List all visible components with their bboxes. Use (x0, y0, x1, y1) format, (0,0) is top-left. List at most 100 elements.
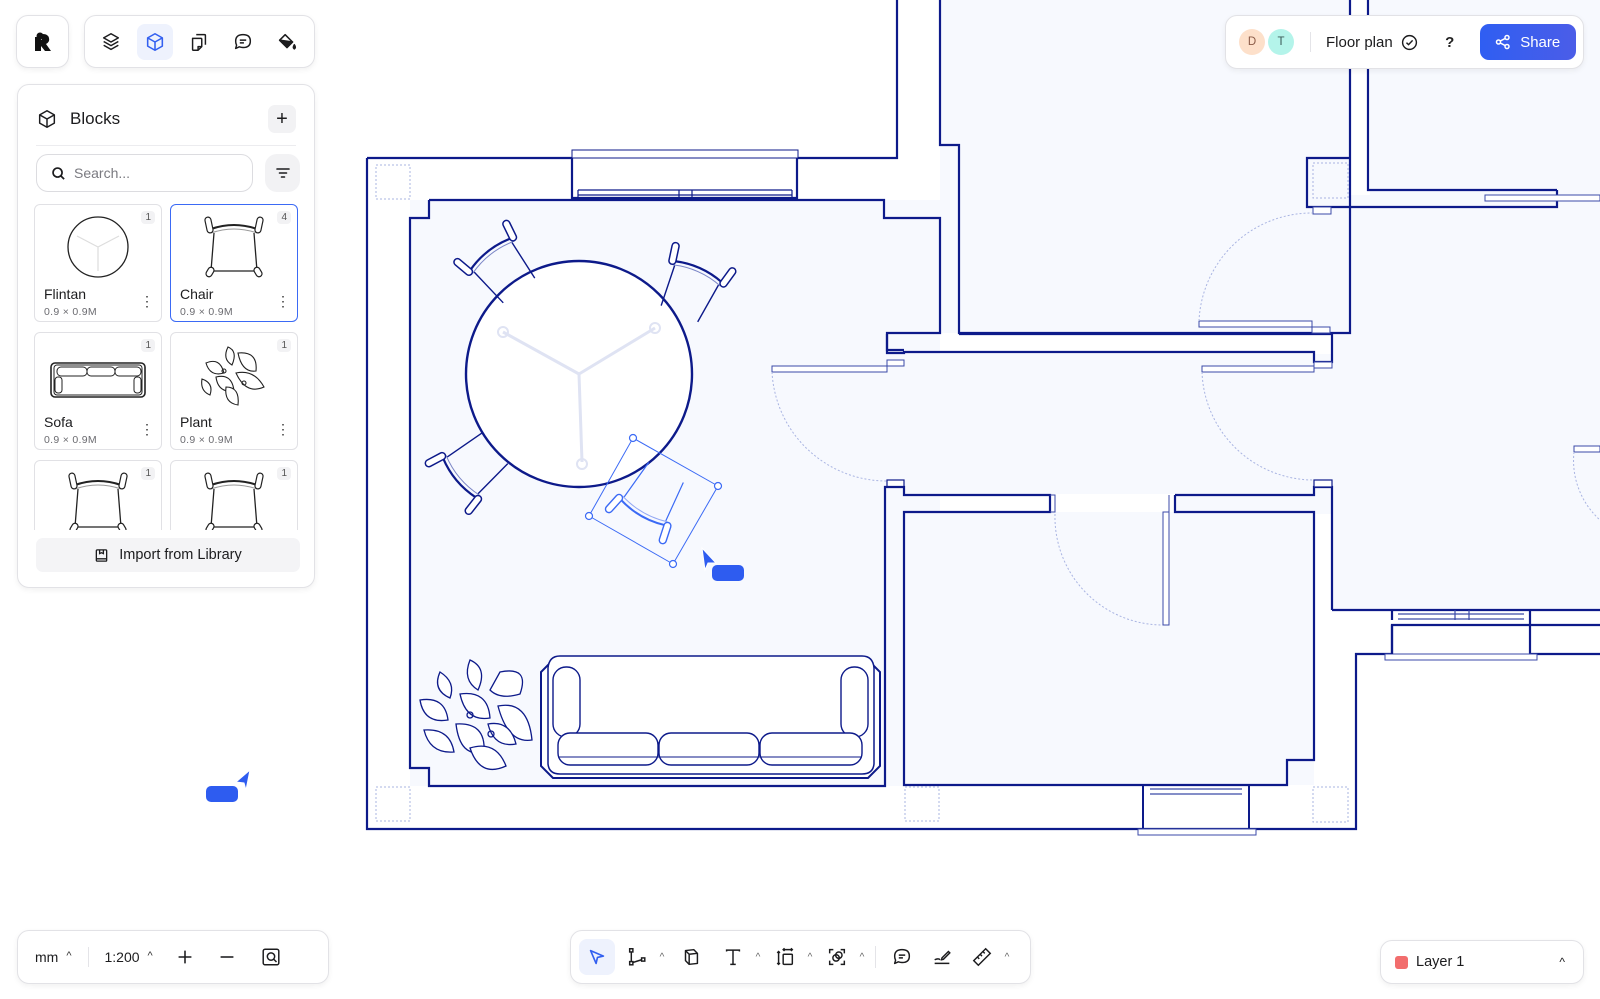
block-tile[interactable]: 1 (170, 460, 298, 530)
block-tile[interactable]: 1 Plant 0.9 × 0.9M ⋮ (170, 332, 298, 450)
area-select-icon (828, 948, 846, 966)
round-table-thumbnail-icon (67, 216, 129, 278)
layer-color-swatch (1395, 955, 1408, 969)
comment-icon (893, 948, 911, 965)
more-options-icon[interactable]: ⋮ (276, 419, 290, 439)
document-header: D T Floor plan ? Share (1225, 15, 1584, 69)
share-label: Share (1520, 33, 1561, 51)
sofa[interactable] (540, 655, 881, 779)
text-icon (725, 949, 741, 966)
logo-button[interactable] (16, 15, 69, 68)
comment-icon (234, 33, 252, 49)
tab-blocks[interactable] (137, 23, 173, 60)
document-title[interactable]: Floor plan (1326, 34, 1393, 51)
chair-thumbnail-icon (68, 472, 128, 530)
brand-logo-icon (34, 32, 51, 51)
pages-icon (191, 33, 207, 51)
zoom-out-button[interactable] (209, 939, 245, 975)
unit-select[interactable]: mm ^ (35, 949, 72, 965)
ruler-icon (972, 947, 992, 967)
avatar[interactable]: D (1239, 29, 1265, 55)
divider (1310, 32, 1311, 52)
plus-icon (178, 950, 192, 964)
divider (36, 145, 296, 146)
more-options-icon[interactable]: ⋮ (140, 419, 154, 439)
block-thumbnail (171, 215, 297, 285)
filter-icon (275, 168, 290, 178)
sofa-thumbnail-icon (50, 362, 146, 398)
box-icon (684, 948, 699, 966)
block-name: Flintan (44, 286, 87, 302)
search-field[interactable] (36, 154, 253, 192)
block-name: Plant (180, 414, 212, 430)
avatar[interactable]: T (1268, 29, 1294, 55)
tool-object[interactable] (673, 939, 709, 975)
share-button[interactable]: Share (1479, 24, 1576, 60)
block-thumbnail (171, 343, 297, 413)
blocks-grid: 1 Flintan 0.9 × 0.9M ⋮ 4 Chair 0.9 × 0.9M ⋮ 1 Sof… (34, 204, 302, 530)
tool-measure[interactable] (964, 939, 1000, 975)
drawing-toolbar: ^ ^ ^ ^ ^ (570, 930, 1031, 984)
view-controls: mm ^ 1:200 ^ (17, 930, 329, 984)
block-tile[interactable]: 1 Sofa 0.9 × 0.9M ⋮ (34, 332, 162, 450)
block-thumbnail (35, 215, 161, 285)
text-options-chevron[interactable]: ^ (751, 952, 765, 963)
scale-select[interactable]: 1:200 ^ (105, 949, 153, 965)
tab-comments[interactable] (225, 24, 261, 60)
import-from-library-button[interactable]: Import from Library (36, 538, 300, 572)
tool-select[interactable] (579, 939, 615, 975)
tool-area[interactable] (819, 939, 855, 975)
block-tile[interactable]: 1 Flintan 0.9 × 0.9M ⋮ (34, 204, 162, 322)
share-icon (1495, 34, 1510, 50)
more-options-icon[interactable]: ⋮ (276, 291, 290, 311)
block-size: 0.9 × 0.9M (44, 306, 97, 318)
wall-options-chevron[interactable]: ^ (655, 952, 669, 963)
zoom-to-fit-button[interactable] (253, 939, 289, 975)
layer-select[interactable]: Layer 1 ^ (1380, 940, 1584, 984)
resize-handle[interactable] (668, 559, 678, 569)
peer-cursor (206, 768, 251, 802)
layer-name: Layer 1 (1416, 954, 1465, 970)
block-thumbnail (35, 471, 161, 530)
tab-paint[interactable] (269, 24, 305, 60)
tool-markup[interactable] (924, 939, 960, 975)
tab-pages[interactable] (181, 24, 217, 60)
zoom-in-button[interactable] (167, 939, 203, 975)
panel-title: Blocks (70, 109, 121, 128)
tool-dimension[interactable] (767, 939, 803, 975)
help-button[interactable]: ? (1440, 34, 1460, 51)
cube-icon (38, 110, 56, 128)
round-table[interactable] (464, 259, 694, 489)
minus-icon (220, 956, 234, 958)
resize-handle[interactable] (628, 433, 638, 443)
resize-handle[interactable] (713, 481, 723, 491)
tool-wall[interactable] (619, 939, 655, 975)
dimension-options-chevron[interactable]: ^ (803, 952, 817, 963)
area-options-chevron[interactable]: ^ (855, 952, 869, 963)
blocks-panel: Blocks + 1Flintan0.9 × 0.9M⋮4Chair0.9 × … (17, 84, 315, 588)
tool-text[interactable] (715, 939, 751, 975)
top-toolbar (84, 15, 315, 68)
block-thumbnail (171, 471, 297, 530)
chair-thumbnail-icon (204, 472, 264, 530)
filter-button[interactable] (265, 154, 300, 192)
chevron-up-icon: ^ (147, 950, 153, 962)
unit-value: mm (35, 949, 59, 965)
import-label: Import from Library (119, 547, 242, 563)
layers-icon (102, 32, 120, 50)
divider (87, 947, 89, 967)
chevron-up-icon: ^ (66, 950, 72, 962)
more-options-icon[interactable]: ⋮ (140, 291, 154, 311)
tool-comment[interactable] (884, 939, 920, 975)
block-size: 0.9 × 0.9M (180, 434, 233, 446)
resize-handle[interactable] (584, 511, 594, 521)
cube-icon (146, 32, 164, 51)
measure-options-chevron[interactable]: ^ (1000, 952, 1014, 963)
block-tile[interactable]: 4 Chair 0.9 × 0.9M ⋮ (170, 204, 298, 322)
pointer-icon (589, 949, 605, 965)
saved-check-icon (1401, 34, 1417, 50)
tab-layers[interactable] (93, 24, 129, 60)
block-tile[interactable]: 1 (34, 460, 162, 530)
add-block-button[interactable]: + (268, 105, 296, 133)
search-input[interactable] (74, 165, 234, 181)
